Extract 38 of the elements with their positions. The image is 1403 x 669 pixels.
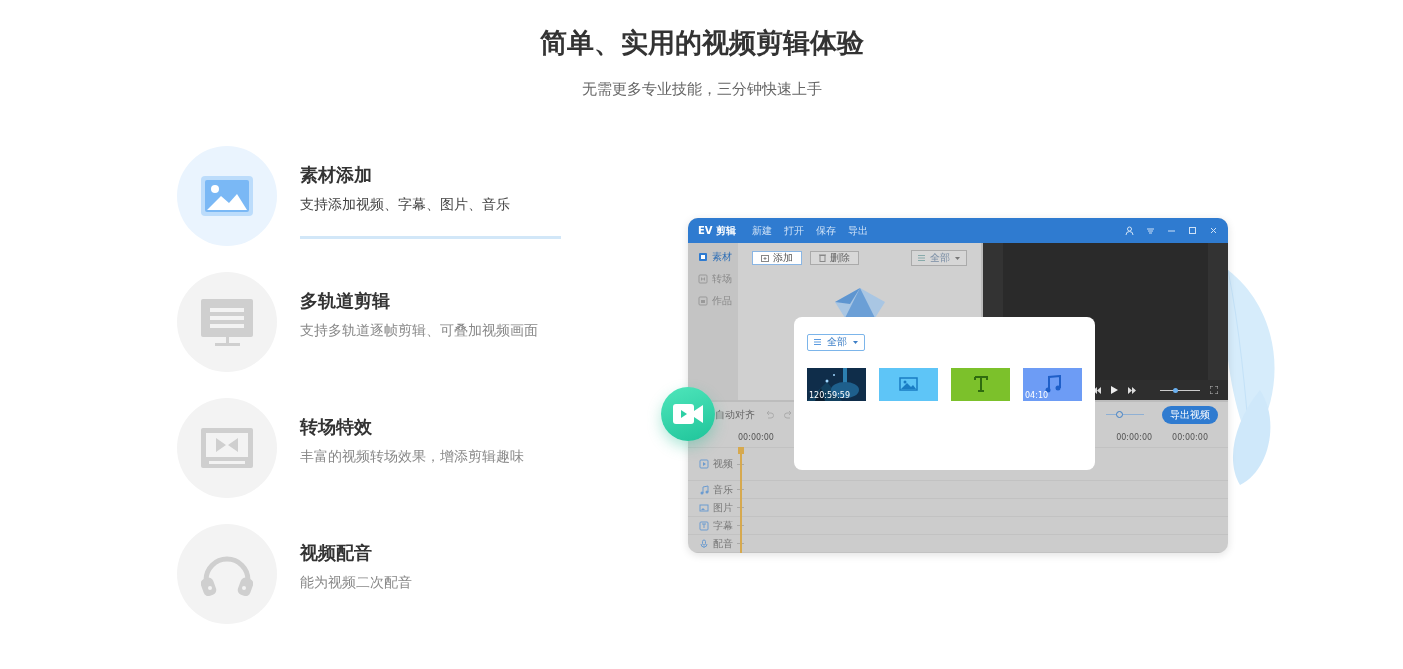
- feature-item[interactable]: 视频配音 能为视频二次配音: [177, 524, 567, 624]
- menu-item[interactable]: 打开: [784, 223, 805, 238]
- track-label: 音乐: [713, 482, 733, 497]
- sidebar-item[interactable]: 素材: [688, 247, 738, 267]
- feature-title: 转场特效: [300, 415, 373, 439]
- app-title: EV 剪辑: [698, 223, 737, 238]
- track-label: 视频: [713, 457, 733, 471]
- feature-description: 能为视频二次配音: [300, 573, 412, 592]
- export-button[interactable]: 导出视频: [1162, 405, 1218, 424]
- add-button[interactable]: 添加: [752, 251, 802, 265]
- feature-title: 视频配音: [300, 541, 373, 565]
- feature-item[interactable]: 转场特效 丰富的视频转场效果，增添剪辑趣味: [177, 398, 567, 498]
- track-label: 配音: [713, 536, 733, 551]
- feature-item[interactable]: 多轨道剪辑 支持多轨道逐帧剪辑、可叠加视频画面: [177, 272, 567, 372]
- feature-description: 丰富的视频转场效果，增添剪辑趣味: [300, 447, 524, 466]
- feature-description: 支持添加视频、字幕、图片、音乐: [300, 195, 511, 214]
- feature-title: 多轨道剪辑: [300, 289, 391, 313]
- track-label: 图片: [713, 500, 733, 515]
- delete-button[interactable]: 删除: [810, 251, 859, 265]
- feature-description: 支持多轨道逐帧剪辑、可叠加视频画面: [300, 321, 538, 340]
- timecode: 00:00:00: [738, 432, 774, 442]
- auto-align-label[interactable]: 自动对齐: [715, 407, 755, 422]
- feature-title: 素材添加: [300, 163, 373, 187]
- timecode: 00:00:00: [1172, 432, 1208, 442]
- menu-item[interactable]: 保存: [816, 223, 837, 238]
- page-subtitle: 无需更多专业技能，三分钟快速上手: [580, 79, 823, 99]
- video-thumbnail[interactable]: 120:59:59: [807, 367, 866, 401]
- page-title: 简单、实用的视频剪辑体验: [538, 26, 865, 60]
- audio-thumbnail[interactable]: 04:10: [1023, 367, 1082, 401]
- track-label: 字幕: [713, 518, 733, 533]
- filter-dropdown[interactable]: 全部: [911, 250, 967, 266]
- feature-item[interactable]: 素材添加 支持添加视频、字幕、图片、音乐: [177, 146, 567, 246]
- filter-dropdown[interactable]: 全部: [807, 333, 865, 351]
- duration-label: 04:10: [1025, 390, 1049, 400]
- timecode: 00:00:00: [1116, 432, 1153, 442]
- menu-item[interactable]: 新建: [752, 223, 773, 238]
- duration-label: 120:59:59: [809, 390, 851, 400]
- menu-item[interactable]: 导出: [848, 223, 869, 238]
